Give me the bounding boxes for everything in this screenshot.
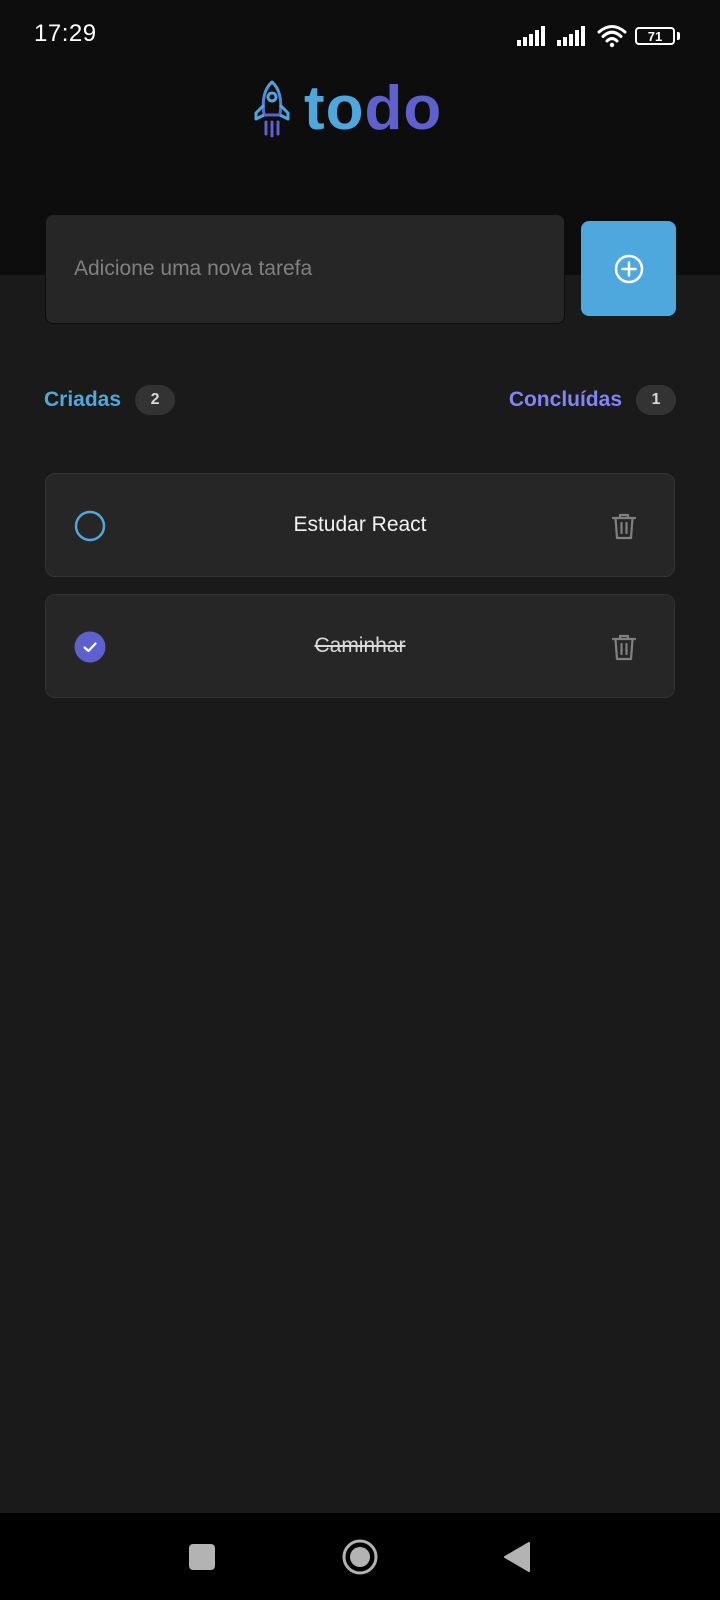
task-item: Estudar React xyxy=(45,473,675,577)
task-checkbox[interactable] xyxy=(74,631,106,663)
new-task-input[interactable] xyxy=(45,214,565,324)
home-circle-icon xyxy=(342,1539,378,1574)
created-label: Criadas xyxy=(44,388,122,411)
delete-task-button[interactable] xyxy=(610,633,638,661)
rocket-icon xyxy=(254,80,290,138)
battery-icon: 71 xyxy=(635,27,675,45)
task-checkbox[interactable] xyxy=(74,510,106,542)
battery-level: 71 xyxy=(647,28,663,44)
done-count-badge: 1 xyxy=(636,385,676,415)
status-bar: 17:29 71 xyxy=(0,0,720,70)
trash-icon xyxy=(611,634,637,661)
task-text: Caminhar xyxy=(314,634,406,657)
trash-icon xyxy=(611,513,637,540)
wifi-icon xyxy=(597,25,627,48)
back-button[interactable] xyxy=(477,1513,557,1600)
plus-circle-icon xyxy=(614,254,643,283)
unchecked-circle-icon xyxy=(74,510,106,542)
created-counter: Criadas 2 xyxy=(44,385,176,415)
signal-icon xyxy=(517,26,545,46)
status-time: 17:29 xyxy=(34,20,97,47)
delete-task-button[interactable] xyxy=(610,512,638,540)
task-item: Caminhar xyxy=(45,594,675,698)
task-text: Estudar React xyxy=(293,513,427,536)
battery-tip xyxy=(677,32,680,40)
done-label: Concluídas xyxy=(508,388,622,411)
back-triangle-icon xyxy=(504,1541,530,1572)
created-count-badge: 2 xyxy=(135,385,176,415)
add-task-button[interactable] xyxy=(581,221,676,316)
logo-text-part1: to xyxy=(304,74,365,143)
app-logo: todo xyxy=(252,78,442,140)
logo-text-part2: do xyxy=(364,74,443,143)
checked-circle-icon xyxy=(74,631,106,663)
recents-button[interactable] xyxy=(162,1513,242,1600)
logo-text: todo xyxy=(304,78,442,140)
done-counter: Concluídas 1 xyxy=(509,385,676,415)
recents-square-icon xyxy=(189,1543,215,1570)
home-button[interactable] xyxy=(320,1513,400,1600)
status-icons: 71 xyxy=(517,22,680,50)
signal-icon xyxy=(557,26,585,46)
navigation-bar xyxy=(0,1513,720,1600)
